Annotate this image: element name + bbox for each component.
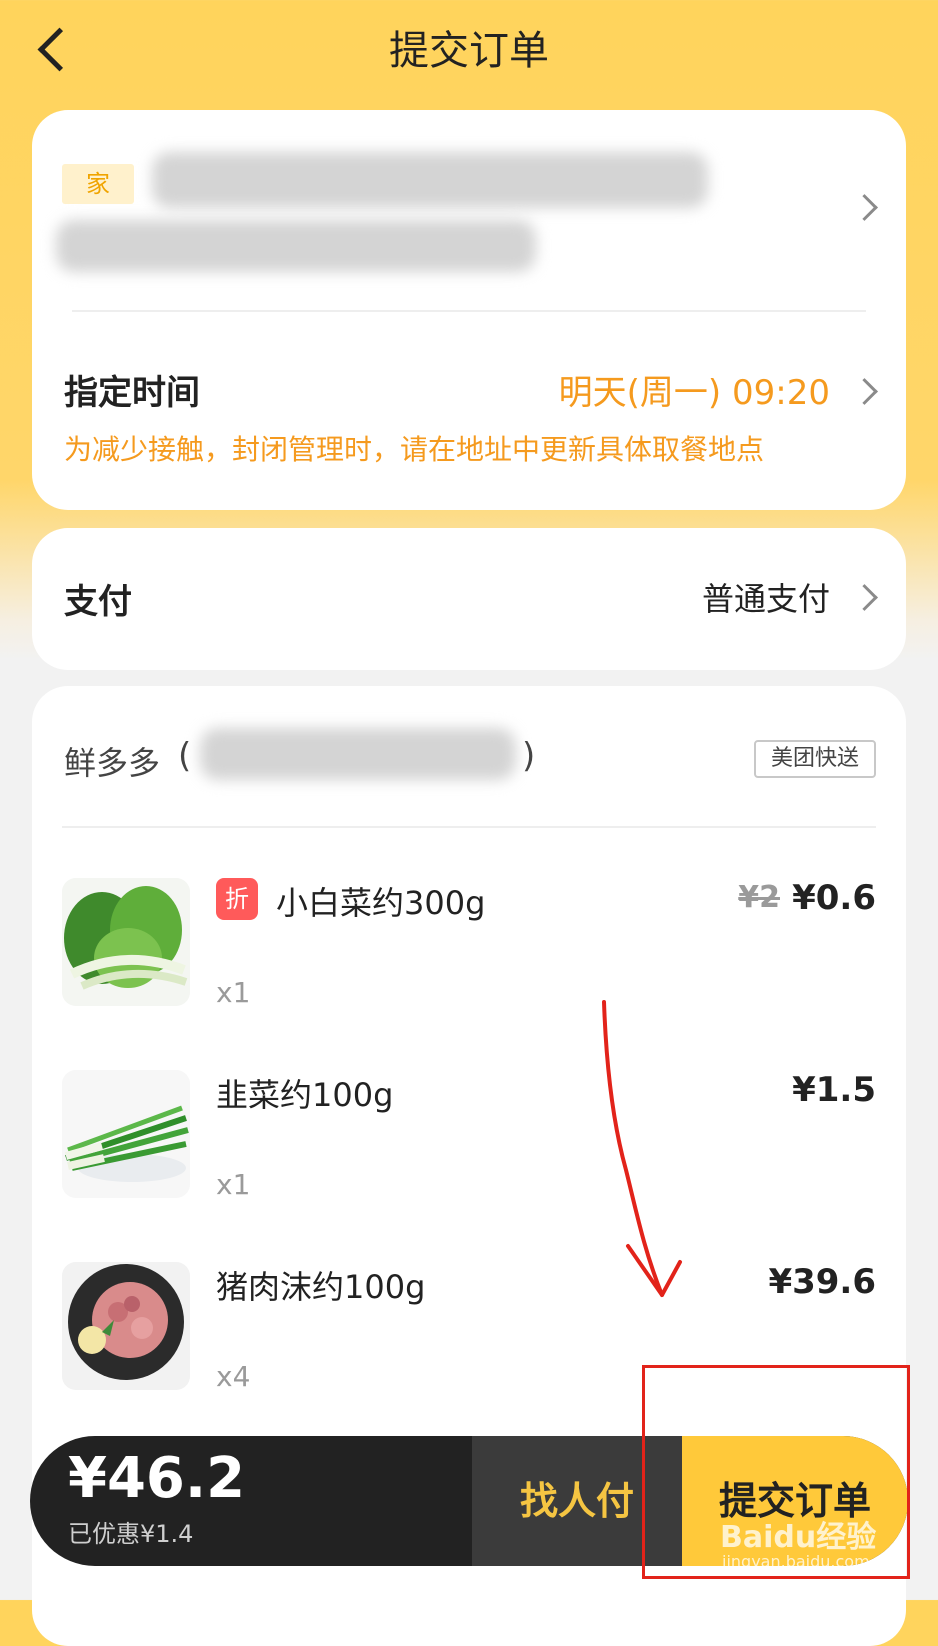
- chevron-right-icon: [851, 194, 878, 221]
- address-tag-home: 家: [62, 164, 134, 204]
- schedule-row[interactable]: 指定时间 明天(周一) 09:20: [32, 340, 906, 430]
- bok-choy-image: [62, 878, 190, 1006]
- page-title: 提交订单: [389, 28, 549, 74]
- shop-paren-open: (: [178, 736, 192, 776]
- shop-paren-close: ): [522, 736, 536, 776]
- item-quantity: x1: [216, 1168, 251, 1201]
- minced-pork-image: [62, 1262, 190, 1390]
- chevron-right-icon: [851, 584, 878, 611]
- discount-summary: 已优惠¥1.4: [68, 1520, 194, 1548]
- address-redacted: [152, 152, 708, 208]
- list-item[interactable]: 韭菜约100g ¥1.5 x1: [62, 1070, 876, 1210]
- original-price: ¥2: [738, 880, 780, 915]
- payment-card[interactable]: 支付 普通支付: [32, 528, 906, 670]
- delivery-badge: 美团快送: [754, 740, 876, 778]
- discount-tag: 折: [216, 878, 258, 920]
- item-price: ¥1.5: [792, 1070, 876, 1110]
- address-card: 家 指定时间 明天(周一) 09:20 为减少接触，封闭管理时，请在地址中更新具…: [32, 110, 906, 510]
- shop-name: 鲜多多: [64, 744, 161, 782]
- item-name: 小白菜约300g: [276, 884, 486, 922]
- list-item[interactable]: 折 小白菜约300g ¥2 ¥0.6 x1: [62, 878, 876, 1018]
- address-row[interactable]: 家: [32, 110, 906, 300]
- payment-label: 支付: [64, 582, 132, 622]
- shop-branch-redacted: [200, 728, 516, 780]
- item-name: 韭菜约100g: [216, 1076, 394, 1114]
- chives-image: [62, 1070, 190, 1198]
- schedule-note: 为减少接触，封闭管理时，请在地址中更新具体取餐地点: [64, 433, 765, 466]
- item-price: ¥0.6: [792, 878, 876, 918]
- schedule-label: 指定时间: [64, 373, 200, 413]
- item-quantity: x4: [216, 1360, 251, 1393]
- chevron-right-icon: [851, 378, 878, 405]
- schedule-value: 明天(周一) 09:20: [558, 373, 830, 413]
- watermark: Baidu经验: [720, 1520, 877, 1555]
- divider: [62, 826, 876, 828]
- watermark-url: jingyan.baidu.com: [722, 1552, 870, 1571]
- payment-value: 普通支付: [701, 580, 830, 618]
- contact-redacted: [56, 220, 536, 272]
- item-quantity: x1: [216, 976, 251, 1009]
- item-name: 猪肉沫约100g: [216, 1268, 426, 1306]
- header: 提交订单: [0, 0, 938, 100]
- divider: [72, 310, 866, 312]
- total-price: ¥46.2: [68, 1446, 246, 1511]
- item-price: ¥39.6: [768, 1262, 876, 1302]
